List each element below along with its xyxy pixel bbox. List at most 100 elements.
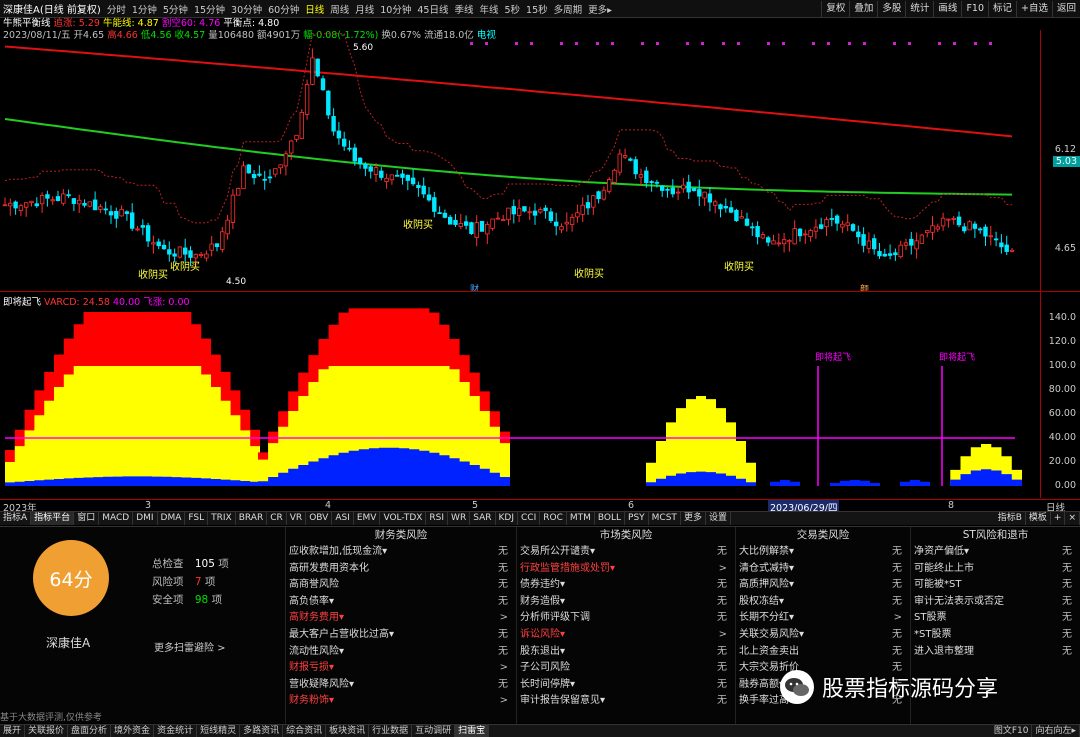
risk-item[interactable]: 财务粉饰▾ > (286, 693, 516, 710)
bottom-right-button[interactable]: 图文F10 (991, 725, 1033, 737)
risk-item[interactable]: 财报亏损▾ > (286, 660, 516, 677)
risk-item[interactable]: 高商誉风险 无 (286, 577, 516, 594)
risk-item[interactable]: 大比例解禁▾ 无 (736, 544, 910, 561)
risk-item[interactable]: 长期不分红▾ > (736, 610, 910, 627)
indicator-tab[interactable]: 指标A (0, 512, 32, 525)
indicator-chart[interactable]: 即将起飞 即将起飞 (0, 306, 1040, 498)
bottom-tab[interactable]: 境外资金 (111, 725, 155, 737)
toolbar-button[interactable]: 复权 (821, 0, 849, 17)
risk-item[interactable]: 长时间停牌▾ 无 (517, 677, 735, 694)
indicator-tab[interactable]: DMA (158, 512, 186, 525)
indicator-tab[interactable]: 指标平台 (31, 512, 75, 525)
period-tab[interactable]: 更多▸ (585, 2, 615, 16)
period-tab[interactable]: 5秒 (501, 2, 523, 16)
risk-item[interactable]: 关联交易风险▾ 无 (736, 627, 910, 644)
risk-item[interactable]: 交易所公开谴责▾ 无 (517, 544, 735, 561)
indicator-tab[interactable]: MACD (99, 512, 134, 525)
indicator-tab[interactable]: BOLL (595, 512, 626, 525)
bottom-tab[interactable]: 综合资讯 (283, 725, 327, 737)
indicator-tab[interactable]: ROC (540, 512, 567, 525)
tabbar-right-button[interactable]: 模板 (1026, 512, 1051, 525)
indicator-tab[interactable]: MTM (567, 512, 595, 525)
tabbar-right-button[interactable]: 指标B (995, 512, 1026, 525)
indicator-tab[interactable]: DMI (133, 512, 158, 525)
period-tab[interactable]: 10分钟 (377, 2, 414, 16)
indicator-tab[interactable]: BRAR (236, 512, 268, 525)
bottom-tab[interactable]: 展开 (0, 725, 26, 737)
risk-item[interactable]: 最大客户占营收比过高▾ 无 (286, 627, 516, 644)
risk-item[interactable]: 营收疑降风险▾ 无 (286, 677, 516, 694)
period-tab[interactable]: 45日线 (414, 2, 451, 16)
risk-item[interactable]: ST股票 无 (911, 610, 1080, 627)
toolbar-button[interactable]: +自选 (1016, 0, 1052, 17)
risk-item[interactable]: 高财务费用▾ > (286, 610, 516, 627)
indicator-tab[interactable]: KDJ (496, 512, 518, 525)
indicator-tab[interactable]: PSY (625, 512, 649, 525)
risk-item[interactable]: 清仓式减持▾ 无 (736, 561, 910, 578)
period-tab[interactable]: 月线 (352, 2, 377, 16)
risk-item[interactable]: 北上资金卖出 无 (736, 644, 910, 661)
indicator-tab[interactable]: ASI (332, 512, 354, 525)
bottom-tab[interactable]: 互动调研 (412, 725, 456, 737)
indicator-tab[interactable]: 设置 (706, 512, 731, 525)
bottom-tab[interactable]: 关联报价 (25, 725, 69, 737)
period-tab[interactable]: 年线 (476, 2, 501, 16)
risk-item[interactable]: 诉讼风险▾ > (517, 627, 735, 644)
toolbar-button[interactable]: F10 (961, 0, 988, 17)
indicator-tab[interactable]: SAR (470, 512, 496, 525)
event-marker[interactable]: 财 (470, 283, 479, 295)
indicator-tab[interactable]: CR (267, 512, 287, 525)
risk-item[interactable]: 高研发费用资本化 无 (286, 561, 516, 578)
indicator-tab[interactable]: CCI (518, 512, 541, 525)
risk-item[interactable]: 高负债率▾ 无 (286, 594, 516, 611)
bottom-tab[interactable]: 板块资讯 (326, 725, 370, 737)
indicator-tab[interactable]: VR (287, 512, 307, 525)
period-tab[interactable]: 30分钟 (228, 2, 265, 16)
bottom-right-button[interactable]: 向右向左▸ (1032, 725, 1080, 737)
risk-item[interactable]: 股东退出▾ 无 (517, 644, 735, 661)
pane-divider[interactable] (0, 291, 1080, 292)
risk-item[interactable]: 可能终止上市 无 (911, 561, 1080, 578)
risk-item[interactable]: 审计报告保留意见▾ 无 (517, 693, 735, 710)
risk-item[interactable]: 流动性风险▾ 无 (286, 644, 516, 661)
bottom-tab[interactable]: 多路资讯 (240, 725, 284, 737)
period-tab[interactable]: 1分钟 (129, 2, 160, 16)
indicator-tab[interactable]: TRIX (208, 512, 236, 525)
tabbar-right-button[interactable]: × (1065, 512, 1080, 525)
indicator-tab[interactable]: OBV (306, 512, 333, 525)
risk-item[interactable]: 进入退市整理 无 (911, 644, 1080, 661)
period-tab[interactable]: 15秒 (523, 2, 551, 16)
bottom-tab[interactable]: 扫雷宝 (455, 725, 490, 737)
tabbar-right-button[interactable]: + (1051, 512, 1066, 525)
risk-item[interactable]: 分析师评级下调 无 (517, 610, 735, 627)
risk-item[interactable]: 净资产偏低▾ 无 (911, 544, 1080, 561)
indicator-tab[interactable]: FSL (185, 512, 209, 525)
risk-item[interactable]: 债券违约▾ 无 (517, 577, 735, 594)
toolbar-button[interactable]: 标记 (988, 0, 1016, 17)
toolbar-button[interactable]: 多股 (877, 0, 905, 17)
indicator-tab[interactable]: 更多 (681, 512, 706, 525)
period-tab[interactable]: 60分钟 (265, 2, 302, 16)
kline-chart[interactable]: 5.60 4.50 收阴买 收阴买 收阴买 收阴买 收阴买财颜 (0, 30, 1040, 295)
risk-item[interactable]: 股权冻结▾ 无 (736, 594, 910, 611)
bottom-tab[interactable]: 短线精灵 (197, 725, 241, 737)
period-tab[interactable]: 季线 (451, 2, 476, 16)
risk-item[interactable]: 财务造假▾ 无 (517, 594, 735, 611)
risk-item[interactable]: 行政监管措施或处罚▾ > (517, 561, 735, 578)
toolbar-button[interactable]: 画线 (933, 0, 961, 17)
bottom-tab[interactable]: 盘面分析 (68, 725, 112, 737)
risk-item[interactable]: 高质押风险▾ 无 (736, 577, 910, 594)
period-tab[interactable]: 5分钟 (160, 2, 191, 16)
indicator-tab[interactable]: MCST (649, 512, 681, 525)
indicator-tab[interactable]: WR (448, 512, 471, 525)
toolbar-button[interactable]: 统计 (905, 0, 933, 17)
period-tab[interactable]: 周线 (327, 2, 352, 16)
period-tab[interactable]: 日线 (302, 2, 327, 16)
indicator-tab[interactable]: 窗口 (74, 512, 100, 525)
period-tab[interactable]: 15分钟 (191, 2, 228, 16)
event-marker[interactable]: 颜 (860, 283, 869, 295)
period-tab[interactable]: 多周期 (551, 2, 586, 16)
toolbar-button[interactable]: 叠加 (849, 0, 877, 17)
indicator-tab[interactable]: EMV (354, 512, 381, 525)
toolbar-button[interactable]: 返回 (1051, 0, 1080, 17)
